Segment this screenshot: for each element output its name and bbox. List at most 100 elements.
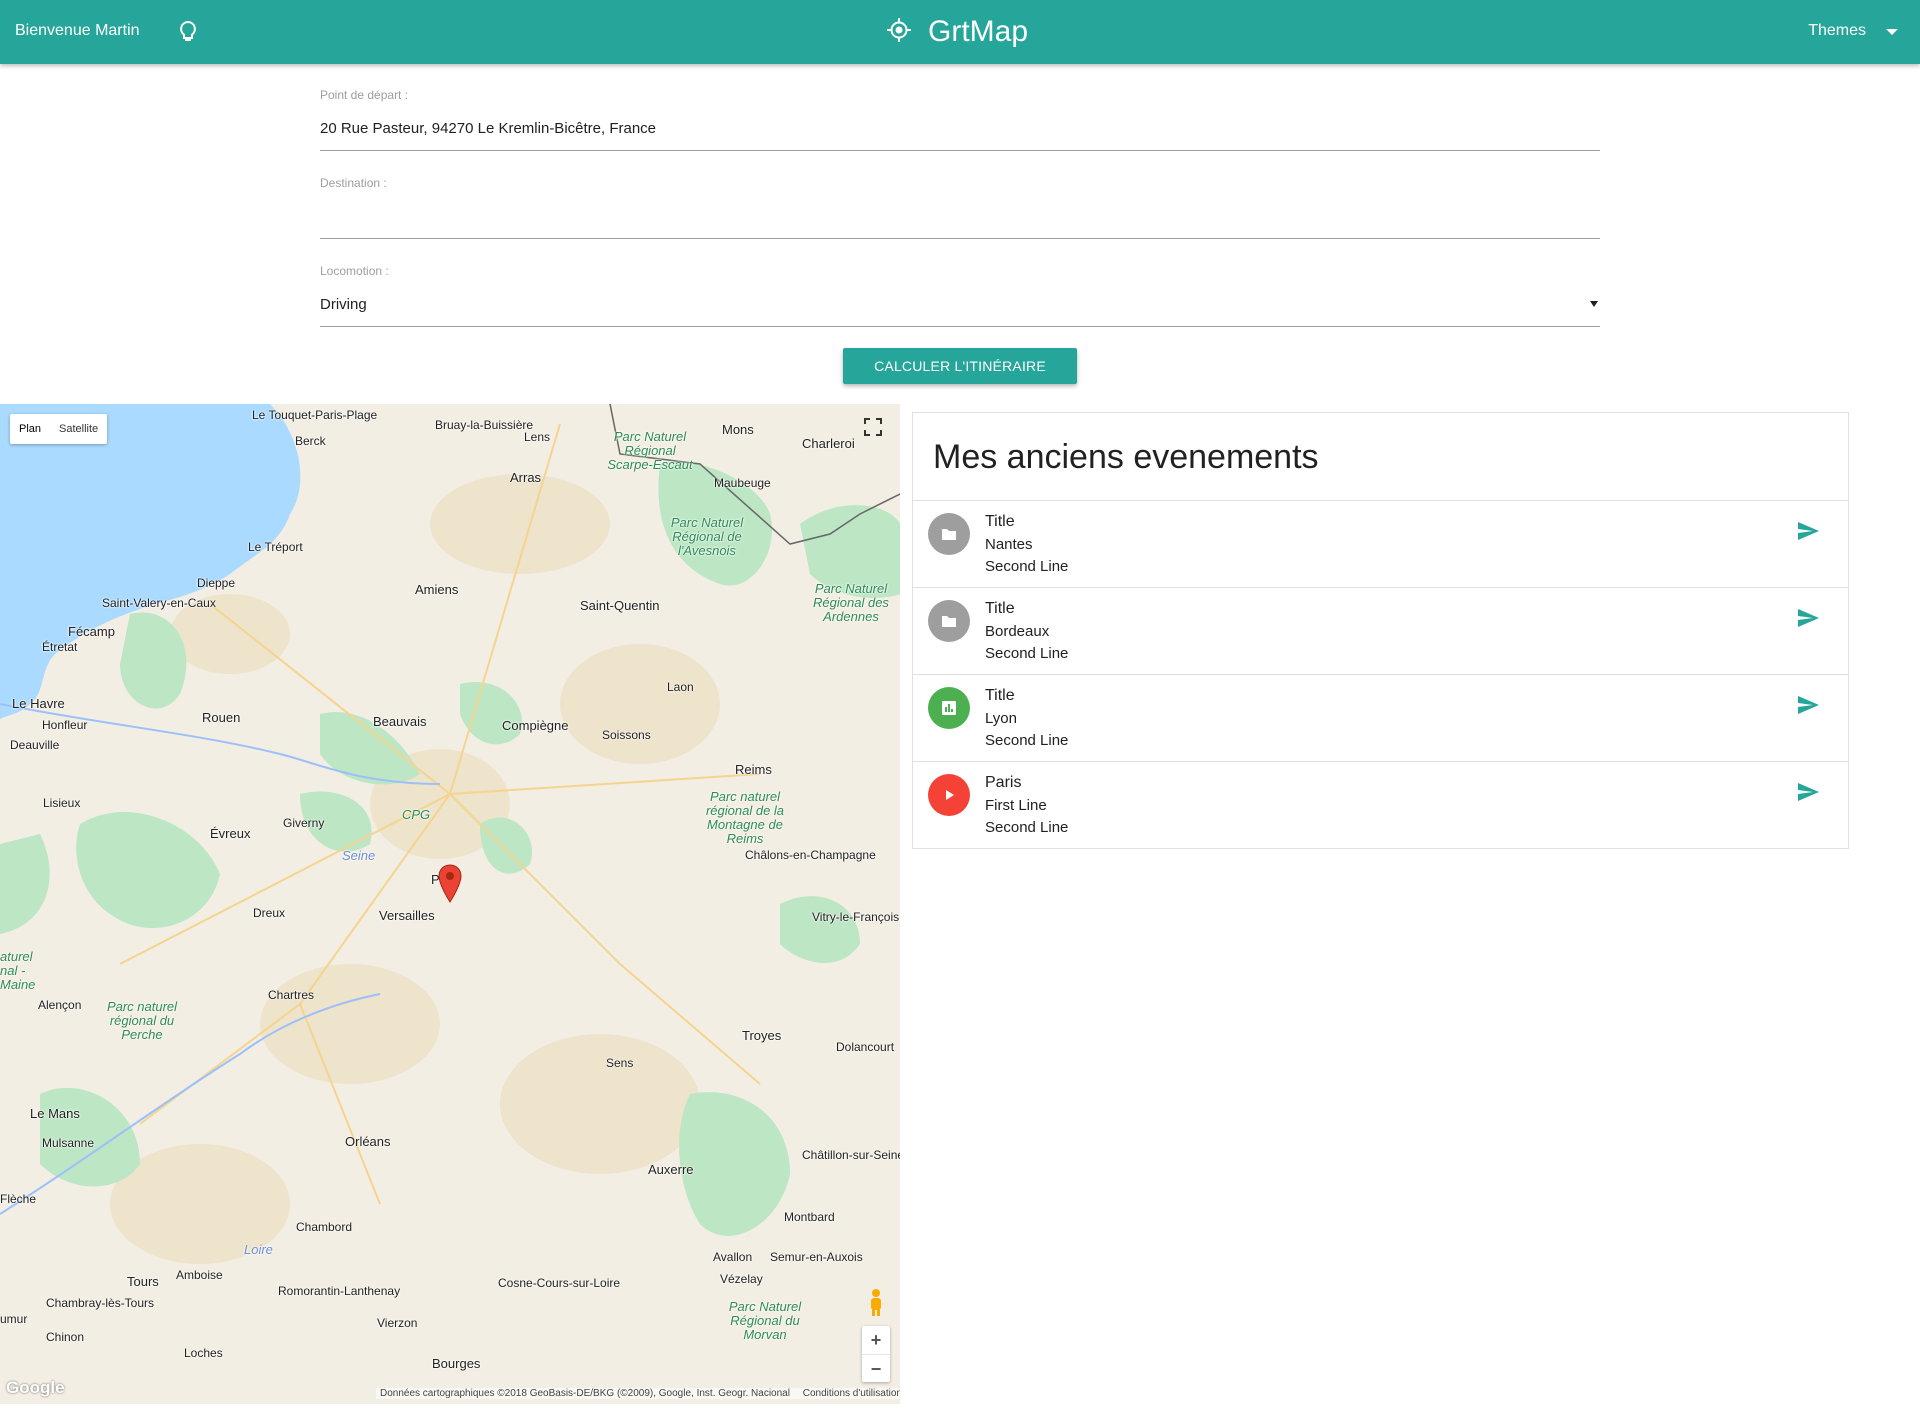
map-label: Amiens — [415, 582, 459, 597]
map-label: Châtillon-sur-Seine — [802, 1148, 900, 1162]
destination-label: Destination : — [320, 176, 387, 190]
map-label: Chambray-lès-Tours — [46, 1296, 155, 1310]
route-form: Point de départ : Destination : Locomoti… — [320, 84, 1600, 348]
map-label: Évreux — [210, 826, 251, 841]
map-label: Parc Naturel Régional Scarpe-Escaut — [607, 429, 693, 472]
map-label: Montbard — [784, 1210, 835, 1224]
map-label: Romorantin-Lanthenay — [278, 1284, 401, 1298]
calculate-route-button[interactable]: Calculer l'itinéraire — [843, 348, 1077, 384]
map-label: Avallon — [713, 1250, 753, 1264]
send-icon[interactable] — [1796, 693, 1820, 717]
map-label: Deauville — [10, 738, 60, 752]
themes-menu[interactable]: Themes — [1808, 22, 1866, 40]
map-label: Bourges — [432, 1356, 481, 1371]
map-label: Parc Naturel Régional du Morvan — [728, 1299, 802, 1342]
events-card: Mes anciens evenements Title Nantes Seco… — [912, 412, 1849, 849]
zoom-control: + − — [862, 1326, 890, 1382]
zoom-out-button[interactable]: − — [862, 1354, 890, 1382]
map-label: Dieppe — [197, 576, 236, 590]
map-label: Vierzon — [377, 1316, 418, 1330]
map-label: Vitry-le-François — [812, 910, 900, 924]
map-label: Arras — [510, 470, 542, 485]
map-type-control: Plan Satellite — [10, 414, 108, 444]
map-label: Lens — [524, 430, 551, 444]
list-item[interactable]: Title Bordeaux Second Line — [913, 588, 1848, 675]
map-label: Honfleur — [42, 718, 88, 732]
terms-link[interactable]: Conditions d'utilisation — [803, 1388, 900, 1399]
app-header: Bienvenue Martin GrtMap Themes — [0, 0, 1920, 64]
events-title: Mes anciens evenements — [913, 413, 1848, 501]
map-type-satellite[interactable]: Satellite — [50, 414, 107, 444]
map-label: Étretat — [42, 640, 78, 654]
chevron-down-icon[interactable] — [1886, 29, 1898, 35]
send-icon[interactable] — [1796, 606, 1820, 630]
list-item[interactable]: Title Nantes Second Line — [913, 501, 1848, 588]
map-label: Orléans — [345, 1134, 391, 1149]
pegman-icon[interactable] — [866, 1288, 886, 1318]
send-icon[interactable] — [1796, 519, 1820, 543]
map-label: Saint-Valery-en-Caux — [102, 596, 216, 610]
brand-name: GrtMap — [928, 15, 1029, 48]
map-label: Berck — [295, 434, 326, 448]
item-subtitle: First Line — [985, 797, 1047, 814]
map-type-plan[interactable]: Plan — [10, 414, 50, 444]
locomotion-underline — [320, 326, 1600, 327]
attribution-text: Données cartographiques ©2018 GeoBasis-D… — [380, 1388, 790, 1399]
welcome-text: Bienvenue Martin — [15, 22, 140, 39]
map-label: Le Tréport — [248, 540, 303, 554]
lightbulb-icon[interactable] — [178, 20, 198, 44]
location-pin-icon[interactable] — [437, 864, 463, 904]
google-logo: Google — [6, 1378, 65, 1397]
dropdown-arrow-icon[interactable] — [1590, 301, 1598, 307]
map-label: Dreux — [253, 906, 286, 920]
map-label: Loire — [244, 1242, 273, 1257]
item-subtitle: Lyon — [985, 710, 1017, 727]
map-label: CPG — [402, 807, 431, 822]
map-label: Semur-en-Auxois — [770, 1250, 863, 1264]
item-subtitle: Bordeaux — [985, 623, 1050, 640]
map-label: Chartres — [268, 988, 315, 1002]
map-label: Parc naturel régional du Perche — [106, 999, 178, 1042]
locomotion-field: Locomotion : Driving — [320, 260, 1600, 348]
map-label: Bruay-la-Buissière — [435, 418, 534, 432]
item-second-line: Second Line — [985, 558, 1069, 575]
map-label: Alençon — [38, 998, 82, 1012]
fullscreen-icon[interactable] — [862, 416, 884, 438]
brand[interactable]: GrtMap — [886, 12, 1028, 52]
list-item[interactable]: Paris First Line Second Line — [913, 762, 1848, 849]
map-label: Maubeuge — [714, 476, 771, 490]
zoom-in-button[interactable]: + — [862, 1326, 890, 1354]
item-second-line: Second Line — [985, 819, 1069, 836]
map-label: Parc naturel régional de la Montagne de … — [705, 789, 785, 846]
destination-underline — [320, 238, 1600, 239]
map-label: Amboise — [176, 1268, 223, 1282]
map-label: Parc Naturel Régional des Ardennes — [813, 581, 889, 624]
locomotion-label: Locomotion : — [320, 264, 389, 278]
map-label: Sens — [606, 1056, 634, 1070]
map-label: Troyes — [742, 1028, 782, 1043]
map-label: Giverny — [283, 816, 325, 830]
map-label: Compiègne — [502, 718, 569, 733]
map-label: Châlons-en-Champagne — [745, 848, 876, 862]
departure-underline — [320, 150, 1600, 151]
item-subtitle: Nantes — [985, 536, 1033, 553]
map-view[interactable]: Le Touquet-Paris-Plage Bruay-la-Buissièr… — [0, 404, 900, 1404]
map-label: Soissons — [602, 728, 651, 742]
map-label: Dolancourt — [836, 1040, 895, 1054]
map-label: Mulsanne — [42, 1136, 95, 1150]
destination-input[interactable] — [320, 208, 1600, 225]
locomotion-select[interactable]: Driving — [320, 296, 1600, 313]
map-label: Beauvais — [373, 714, 427, 729]
send-icon[interactable] — [1796, 780, 1820, 804]
map-label: Laon — [667, 680, 694, 694]
map-label: Parc Naturel Régional de l'Avesnois — [670, 515, 744, 558]
departure-field: Point de départ : — [320, 84, 1600, 172]
map-label: Flèche — [0, 1192, 37, 1206]
list-item[interactable]: Title Lyon Second Line — [913, 675, 1848, 762]
item-title: Title — [985, 687, 1015, 704]
map-label: Fécamp — [68, 624, 115, 639]
departure-input[interactable] — [320, 120, 1600, 137]
item-title: Title — [985, 600, 1015, 617]
item-second-line: Second Line — [985, 645, 1069, 662]
map-label: Chinon — [46, 1330, 85, 1344]
